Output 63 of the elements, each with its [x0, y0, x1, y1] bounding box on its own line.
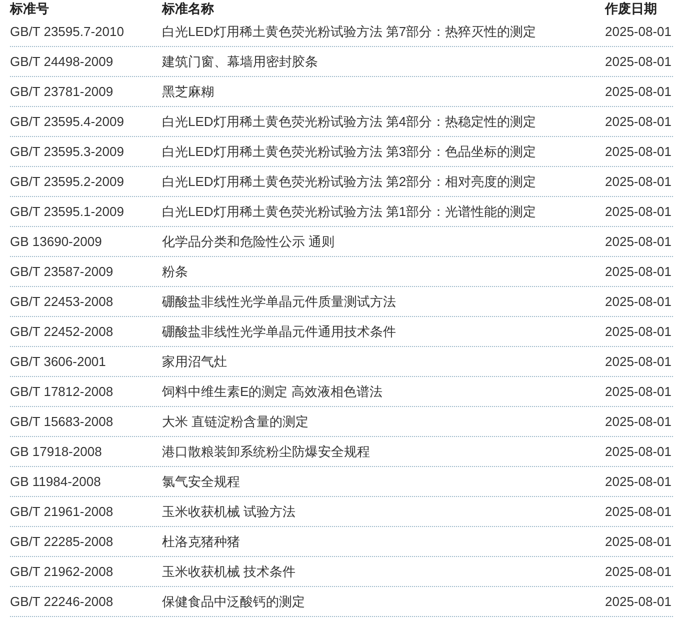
table-cell: GB/T 15683-2008: [10, 414, 114, 429]
table-cell: 白光LED灯用稀土黄色荧光粉试验方法 第4部分：热稳定性的测定: [162, 114, 536, 129]
table-cell: 港口散粮装卸系统粉尘防爆安全规程: [162, 444, 370, 459]
table-cell: 氯气安全规程: [162, 474, 240, 489]
table-cell: GB/T 21961-2008: [10, 504, 114, 519]
table-cell: GB/T 22452-2008: [10, 324, 114, 339]
table-cell: 硼酸盐非线性光学单晶元件通用技术条件: [162, 324, 396, 339]
table-cell: 化学品分类和危险性公示 通则: [162, 234, 335, 249]
table-cell: 大米 直链淀粉含量的测定: [162, 414, 309, 429]
column-header: 标准号: [10, 0, 49, 16]
table-cell: GB/T 22285-2008: [10, 534, 114, 549]
table-cell: GB 11984-2008: [10, 474, 101, 489]
table-cell: 2025-08-01: [605, 204, 672, 219]
column-header: 作废日期: [605, 0, 657, 16]
table-cell: GB/T 22453-2008: [10, 294, 114, 309]
table-cell: GB/T 22246-2008: [10, 594, 114, 609]
table-cell: GB/T 24498-2009: [10, 54, 114, 69]
table-cell: GB/T 23595.7-2010: [10, 24, 124, 39]
table-cell: GB/T 23587-2009: [10, 264, 114, 279]
table-cell: 2025-08-01: [605, 414, 672, 429]
table-cell: GB/T 17812-2008: [10, 384, 114, 399]
table-cell: 2025-08-01: [605, 54, 672, 69]
table-cell: 2025-08-01: [605, 504, 672, 519]
table-cell: 玉米收获机械 试验方法: [162, 504, 296, 519]
table-cell: 2025-08-01: [605, 444, 672, 459]
table-cell: 白光LED灯用稀土黄色荧光粉试验方法 第2部分：相对亮度的测定: [162, 174, 536, 189]
table-cell: 2025-08-01: [605, 564, 672, 579]
table-cell: 硼酸盐非线性光学单晶元件质量测试方法: [162, 294, 396, 309]
table-cell: GB/T 23595.3-2009: [10, 144, 124, 159]
table-cell: GB 17918-2008: [10, 444, 102, 459]
table-cell: GB/T 21962-2008: [10, 564, 114, 579]
table-cell: 家用沼气灶: [162, 354, 227, 369]
table-cell: 2025-08-01: [605, 234, 672, 249]
table-cell: GB/T 3606-2001: [10, 354, 106, 369]
table-cell: 2025-08-01: [605, 174, 672, 189]
table-cell: 白光LED灯用稀土黄色荧光粉试验方法 第7部分：热猝灭性的测定: [162, 24, 536, 39]
table-cell: 白光LED灯用稀土黄色荧光粉试验方法 第1部分：光谱性能的测定: [162, 204, 536, 219]
table-cell: 2025-08-01: [605, 84, 672, 99]
table-cell: 2025-08-01: [605, 354, 672, 369]
table-cell: 2025-08-01: [605, 114, 672, 129]
table-cell: 2025-08-01: [605, 474, 672, 489]
table-cell: 黑芝麻糊: [162, 84, 214, 99]
table-cell: 2025-08-01: [605, 264, 672, 279]
column-header: 标准名称: [162, 0, 214, 16]
table-cell: 建筑门窗、幕墙用密封胶条: [162, 54, 318, 69]
table-cell: 饲料中维生素E的测定 高效液相色谱法: [162, 384, 382, 399]
table-cell: 玉米收获机械 技术条件: [162, 564, 296, 579]
table-cell: 2025-08-01: [605, 594, 672, 609]
table-cell: 杜洛克猪种猪: [162, 534, 240, 549]
table-cell: GB/T 23595.4-2009: [10, 114, 124, 129]
table-cell: 2025-08-01: [605, 534, 672, 549]
table-cell: 白光LED灯用稀土黄色荧光粉试验方法 第3部分：色品坐标的测定: [162, 144, 536, 159]
table-cell: 2025-08-01: [605, 294, 672, 309]
table-cell: 2025-08-01: [605, 24, 672, 39]
table-cell: GB 13690-2009: [10, 234, 102, 249]
table-cell: 粉条: [162, 264, 188, 279]
table-cell: 保健食品中泛酸钙的测定: [162, 594, 305, 609]
table-cell: GB/T 23595.1-2009: [10, 204, 124, 219]
table-cell: GB/T 23595.2-2009: [10, 174, 124, 189]
table-cell: 2025-08-01: [605, 384, 672, 399]
table-cell: GB/T 23781-2009: [10, 84, 114, 99]
table-cell: 2025-08-01: [605, 324, 672, 339]
table-cell: 2025-08-01: [605, 144, 672, 159]
